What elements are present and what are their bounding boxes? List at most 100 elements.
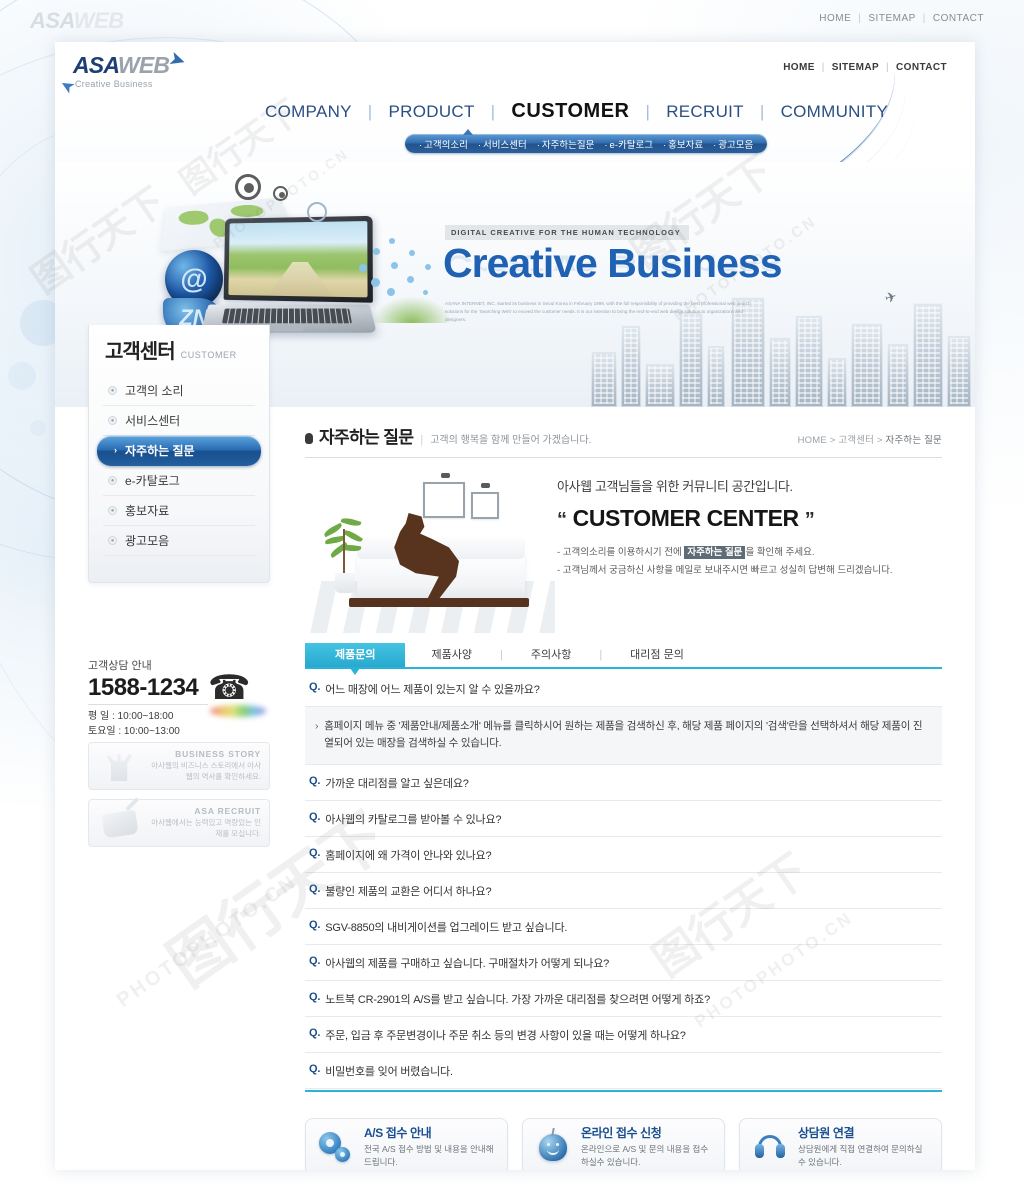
faq-question[interactable]: Q. 아사웹의 카탈로그를 받아볼 수 있나요?	[305, 801, 942, 837]
outer-nav-sitemap[interactable]: SITEMAP	[868, 13, 915, 24]
banner-title: ASA RECRUIT	[194, 806, 261, 817]
nav-item-community[interactable]: COMMUNITY	[781, 102, 889, 122]
outer-logo-part1: ASA	[30, 8, 74, 33]
intro-bullet-2: - 고객님께서 궁금하신 사항을 메일로 보내주시면 빠르고 성실히 답변해 드…	[557, 565, 893, 577]
question-marker: Q.	[309, 846, 321, 859]
target-circle-icon	[273, 186, 288, 201]
topnav-sitemap[interactable]: SITEMAP	[832, 62, 879, 73]
page-title: 자주하는 질문	[319, 428, 414, 447]
laptop-wallpaper	[228, 221, 368, 298]
action-as-guide[interactable]: A/S 접수 안내 전국 A/S 접수 방법 및 내용을 안내해드립니다.	[305, 1117, 508, 1170]
action-agent-connect[interactable]: 상담원 연결 상담원에게 직접 연결하여 문의하실 수 있습니다.	[739, 1117, 942, 1170]
action-online-application[interactable]: 온라인 접수 신청 온라인으로 A/S 및 문의 내용을 접수 하실수 있습니다…	[522, 1117, 725, 1170]
nav-item-company[interactable]: COMPANY	[265, 102, 352, 122]
sidebar-item-label: 서비스센터	[125, 414, 181, 428]
tab-product-spec[interactable]: 제품사양	[405, 643, 497, 667]
tab-product-inquiry[interactable]: 제품문의	[305, 643, 406, 675]
subnav-faq[interactable]: 자주하는질문	[537, 137, 594, 151]
outer-nav-contact[interactable]: CONTACT	[933, 13, 984, 24]
faq-category-tabs[interactable]: 제품문의 제품사양 | 주의사항 | 대리점 문의	[305, 643, 942, 675]
sidebar: 고객센터 CUSTOMER ● 고객의 소리 ● 서비스센터 › 자주하는 질문	[55, 325, 305, 1170]
action-boxes: A/S 접수 안내 전국 A/S 접수 방법 및 내용을 안내해드립니다. 온라…	[305, 1117, 942, 1170]
topnav-contact[interactable]: CONTACT	[896, 62, 947, 73]
site-logo[interactable]: ASAWEB ➤ ➤ Creative Business	[57, 47, 188, 98]
bullet-icon: ●	[108, 506, 117, 515]
nav-item-product[interactable]: PRODUCT	[389, 102, 475, 122]
sidebar-item-ad-collection[interactable]: ● 광고모음	[103, 526, 255, 556]
laptop-keyboard	[221, 308, 352, 324]
nav-item-customer[interactable]: CUSTOMER	[511, 100, 629, 123]
banner-description: 아사웹에서는 능력있고 역량있는 인재를 모십니다.	[151, 818, 261, 838]
faq-question-text: SGV-8850의 내비게이션를 업그레이드 받고 싶습니다.	[325, 921, 568, 934]
sidebar-item-voice-of-customer[interactable]: ● 고객의 소리	[103, 376, 255, 406]
broom-icon	[97, 804, 143, 842]
faq-question[interactable]: Q. 비밀번호를 잊어 버렸습니다.	[305, 1053, 942, 1089]
header-top-navigation[interactable]: HOME | SITEMAP | CONTACT	[783, 62, 947, 73]
sub-navigation[interactable]: 고객의소리 서비스센터 자주하는질문 e-카탈로그 홍보자료 광고모음	[405, 129, 768, 153]
main-navigation[interactable]: COMPANY | PRODUCT | CUSTOMER | RECRUIT |…	[265, 100, 888, 123]
tab-separator: |	[599, 649, 603, 661]
target-circle-icon	[307, 202, 327, 222]
sidebar-item-label: 홍보자료	[125, 504, 170, 518]
nav-separator: |	[759, 101, 765, 121]
faq-list: Q. 어느 매장에 어느 제품이 있는지 알 수 있을까요? › 홈페이지 메뉴…	[305, 671, 942, 1092]
sidebar-item-e-catalog[interactable]: ● e-카탈로그	[103, 466, 255, 496]
sidebar-item-pr-materials[interactable]: ● 홍보자료	[103, 496, 255, 526]
banner-description: 아사웹의 비즈니스 스토리에서 아사웹의 역사를 확인하세요.	[151, 761, 261, 781]
bullet-icon: ●	[108, 536, 117, 545]
topnav-home[interactable]: HOME	[783, 62, 815, 73]
banner-asa-recruit[interactable]: ASA RECRUIT 아사웹에서는 능력있고 역량있는 인재를 모십니다.	[88, 799, 270, 847]
nav-item-recruit[interactable]: RECRUIT	[666, 102, 744, 122]
faq-question[interactable]: Q. 노트북 CR-2901의 A/S를 받고 싶습니다. 가장 가까운 대리점…	[305, 981, 942, 1017]
breadcrumb: HOME > 고객센터 > 자주하는 질문	[798, 432, 942, 446]
subnav-ad-collection[interactable]: 광고모음	[713, 137, 753, 151]
bullet-icon: ●	[108, 476, 117, 485]
sidebar-item-service-center[interactable]: ● 서비스센터	[103, 406, 255, 436]
outer-top-navigation[interactable]: HOME | SITEMAP | CONTACT	[819, 13, 984, 24]
gears-icon	[318, 1129, 354, 1165]
breadcrumb-section[interactable]: 고객센터	[838, 435, 874, 446]
nav-separator: |	[858, 13, 862, 24]
faq-question[interactable]: Q. 불량인 제품의 교환은 어디서 하나요?	[305, 873, 942, 909]
faq-question[interactable]: Q. 가까운 대리점를 알고 싶은데요?	[305, 765, 942, 801]
question-marker: Q.	[309, 774, 321, 787]
logo-part-web: WEB	[117, 52, 170, 78]
action-title: 온라인 접수 신청	[581, 1126, 662, 1141]
faq-question[interactable]: Q. 어느 매장에 어느 제품이 있는지 알 수 있을까요?	[305, 671, 942, 707]
headset-icon	[752, 1129, 788, 1165]
intro-highlight: 자주하는 질문	[684, 546, 746, 559]
plant-pot	[335, 573, 355, 593]
faq-question[interactable]: Q. 홈페이지에 왜 가격이 안나와 있나요?	[305, 837, 942, 873]
subnav-pr-materials[interactable]: 홍보자료	[663, 137, 703, 151]
faq-question[interactable]: Q. SGV-8850의 내비게이션를 업그레이드 받고 싶습니다.	[305, 909, 942, 945]
banner-text: BUSINESS STORY 아사웹의 비즈니스 스토리에서 아사웹의 역사를 …	[149, 749, 261, 783]
banner-business-story[interactable]: BUSINESS STORY 아사웹의 비즈니스 스토리에서 아사웹의 역사를 …	[88, 742, 270, 790]
logo-text: ASAWEB ➤ ➤	[57, 47, 188, 98]
faq-question-text: 아사웹의 제품를 구매하고 싶습니다. 구매절차가 어떻게 되나요?	[325, 957, 610, 970]
subnav-service-center[interactable]: 서비스센터	[478, 137, 527, 151]
breadcrumb-home[interactable]: HOME	[798, 435, 827, 446]
potted-plant-icon	[322, 515, 364, 593]
question-marker: Q.	[309, 882, 321, 895]
outer-nav-home[interactable]: HOME	[819, 13, 851, 24]
breadcrumb-current: 자주하는 질문	[885, 435, 942, 446]
question-marker: Q.	[309, 681, 321, 693]
tab-dealer-inquiry[interactable]: 대리점 문의	[604, 643, 710, 667]
bullet-icon: ●	[108, 416, 117, 425]
action-text: 온라인 접수 신청 온라인으로 A/S 및 문의 내용을 접수 하실수 있습니다…	[581, 1124, 712, 1169]
faq-question-text: 아사웹의 카탈로그를 받아볼 수 있나요?	[325, 813, 502, 826]
faq-question[interactable]: Q. 주문, 입금 후 주문변경이나 주문 취소 등의 변경 사항이 있을 때는…	[305, 1017, 942, 1053]
sofa-base	[349, 598, 529, 607]
tab-precautions[interactable]: 주의사항	[505, 643, 597, 667]
airplane-icon: ✈	[883, 287, 899, 307]
nav-separator: |	[490, 101, 496, 121]
sidebar-item-faq[interactable]: › 자주하는 질문	[97, 436, 261, 466]
telephone-icon: ☎	[208, 671, 270, 717]
faq-question[interactable]: Q. 아사웹의 제품를 구매하고 싶습니다. 구매절차가 어떻게 되나요?	[305, 945, 942, 981]
subnav-voice-of-customer[interactable]: 고객의소리	[419, 137, 468, 151]
main-content: 자주하는 질문 | 고객의 행복을 함께 만들어 가겠습니다. HOME > 고…	[305, 407, 975, 1170]
faq-question-text: 주문, 입금 후 주문변경이나 주문 취소 등의 변경 사항이 있을 때는 어떻…	[325, 1029, 686, 1042]
subnav-e-catalog[interactable]: e-카탈로그	[604, 137, 653, 151]
hero-description: ASANA INTERNET, INC. started its busines…	[445, 301, 751, 322]
content-header: 자주하는 질문 | 고객의 행복을 함께 만들어 가겠습니다. HOME > 고…	[305, 407, 942, 458]
